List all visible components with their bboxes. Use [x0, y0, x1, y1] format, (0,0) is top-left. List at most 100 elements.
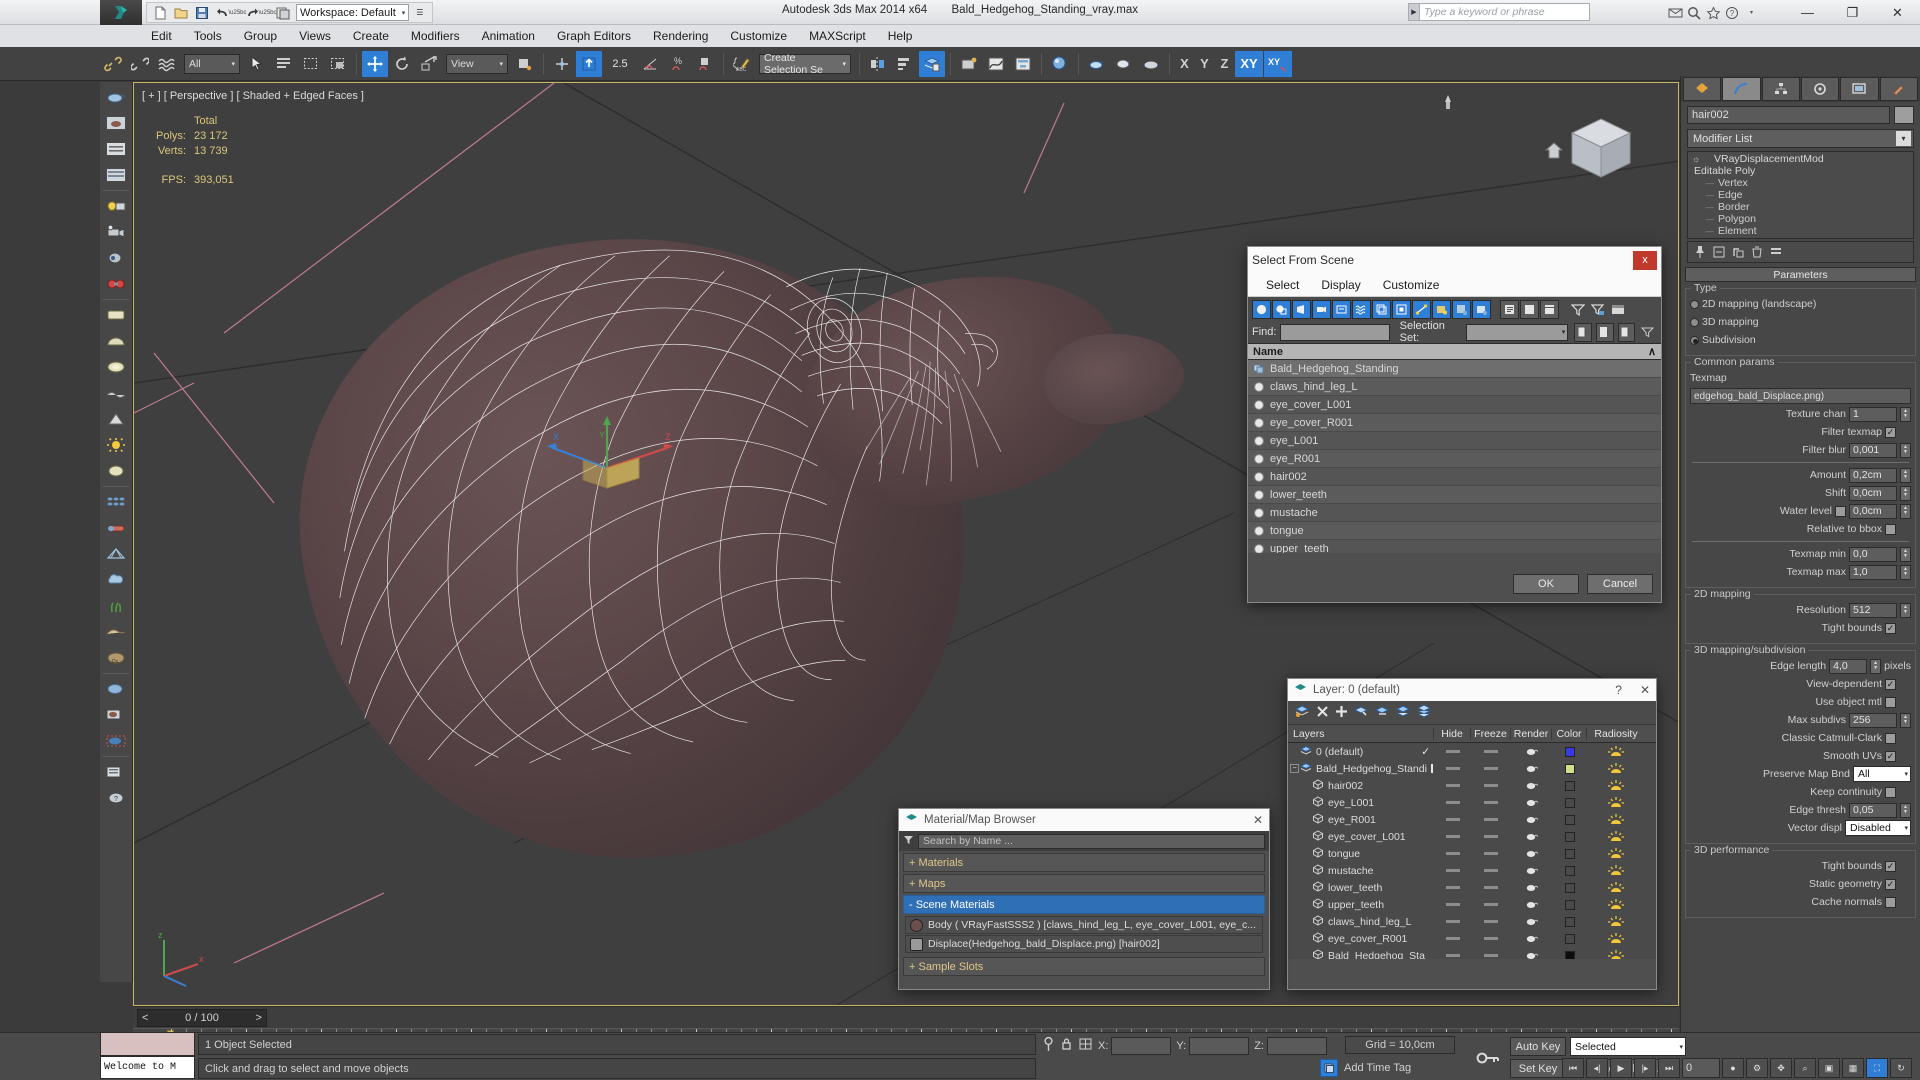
radiosity-cell[interactable]	[1587, 796, 1645, 809]
list-item[interactable]: claws_hind_leg_L	[1248, 378, 1661, 396]
hide-cell[interactable]	[1434, 767, 1471, 770]
time-slider[interactable]: < 0 / 100 >	[137, 1008, 267, 1027]
layer-row[interactable]: Bald_Hedgehog_Sta	[1288, 947, 1656, 959]
create-selection-set-icon[interactable]	[1574, 322, 1592, 342]
maximize-viewport-icon[interactable]: ⛶	[1866, 1058, 1888, 1078]
menu-tools[interactable]: Tools	[183, 27, 233, 45]
edge-length-value[interactable]: 4,0	[1829, 658, 1868, 674]
layer-row[interactable]: hair002	[1288, 777, 1656, 794]
object-name-field[interactable]: hair002	[1687, 106, 1890, 124]
layer-row[interactable]: claws_hind_leg_L	[1288, 913, 1656, 930]
layer-color-swatch[interactable]	[1564, 780, 1575, 791]
section-maps[interactable]: + Maps	[903, 874, 1265, 893]
color-cell[interactable]	[1552, 780, 1587, 791]
spinner-icon[interactable]: ▲ ▼	[1900, 442, 1911, 458]
layer-color-swatch[interactable]	[1564, 831, 1575, 842]
layer-color-swatch[interactable]	[1564, 814, 1575, 825]
teapot-icon[interactable]	[102, 84, 131, 110]
layer-color-swatch[interactable]	[1564, 848, 1575, 859]
next-frame-icon[interactable]: |▸	[1634, 1058, 1656, 1078]
menu-edit[interactable]: Edit	[140, 27, 183, 45]
orbit-icon[interactable]: ↻	[1890, 1058, 1912, 1078]
render-cell[interactable]	[1511, 916, 1552, 927]
collapse-all-icon[interactable]	[1520, 299, 1539, 319]
layout-icon[interactable]	[1608, 300, 1627, 319]
menu-rendering[interactable]: Rendering	[642, 27, 719, 45]
delete-selection-set-icon[interactable]	[1617, 322, 1636, 342]
edit-named-selection-sets-icon[interactable]: ABC	[729, 51, 755, 77]
pan-view-icon[interactable]: ✥	[1770, 1058, 1792, 1078]
render-settings-icon[interactable]	[102, 136, 131, 162]
vray-material-icon[interactable]	[102, 676, 131, 702]
menu-modifiers[interactable]: Modifiers	[400, 27, 471, 45]
render-setup-icon[interactable]	[1084, 51, 1110, 77]
render-cell[interactable]	[1511, 848, 1552, 859]
menu-create[interactable]: Create	[342, 27, 400, 45]
delete-layer-icon[interactable]	[1316, 705, 1329, 721]
stereo-camera-icon[interactable]	[102, 271, 131, 297]
capsule-primitive-icon[interactable]	[102, 515, 131, 541]
filter-texmap-checkbox[interactable]: ✓	[1885, 426, 1896, 438]
add-selection-to-layer-icon[interactable]	[1335, 705, 1348, 721]
fur-icon[interactable]: HF	[102, 619, 131, 645]
sub-object-level[interactable]: Vertex	[1688, 177, 1913, 189]
go-to-start-icon[interactable]: ⏮	[1562, 1058, 1584, 1078]
layer-row[interactable]: eye_L001	[1288, 794, 1656, 811]
layer-color-swatch[interactable]	[1564, 916, 1575, 927]
filter-icon[interactable]	[903, 834, 914, 848]
display-lights-icon[interactable]	[1292, 299, 1311, 319]
color-cell[interactable]	[1552, 950, 1587, 959]
menu-animation[interactable]: Animation	[471, 27, 546, 45]
texmap-max-value[interactable]: 1,0	[1849, 564, 1897, 580]
display-xrefs-icon[interactable]	[1392, 299, 1411, 319]
minimize-button[interactable]: —	[1785, 0, 1830, 25]
list-item[interactable]: eye_R001	[1248, 450, 1661, 468]
freeze-cell[interactable]	[1471, 801, 1511, 804]
isolate-selection-icon[interactable]	[1042, 1036, 1055, 1055]
expand-all-icon[interactable]	[1500, 299, 1519, 319]
hide-cell[interactable]	[1434, 954, 1471, 957]
water-level-value[interactable]: 0,0cm	[1849, 503, 1897, 519]
axis-constraint-z[interactable]: Z	[1215, 51, 1234, 77]
freeze-cell[interactable]	[1471, 869, 1511, 872]
display-tab[interactable]	[1840, 77, 1879, 101]
select-by-name-icon[interactable]	[271, 51, 297, 77]
list-item[interactable]: Bald_Hedgehog_Standing	[1248, 360, 1661, 378]
hide-cell[interactable]	[1434, 869, 1471, 872]
selection-filter-combo[interactable]: All ▾	[184, 53, 240, 74]
color-cell[interactable]	[1552, 746, 1587, 757]
close-icon[interactable]: ✕	[1253, 813, 1263, 827]
menu-select[interactable]: Select	[1258, 276, 1307, 294]
column-freeze[interactable]: Freeze	[1471, 727, 1511, 740]
key-mode-combo[interactable]: Selected ▾	[1570, 1037, 1686, 1056]
undo-dropdown-icon[interactable]: \u25bc	[229, 3, 247, 22]
key-mode-toggle-icon[interactable]	[1472, 1042, 1504, 1074]
list-item[interactable]: lower_teeth	[1248, 486, 1661, 504]
color-cell[interactable]	[1552, 763, 1587, 774]
layer-row[interactable]: eye_cover_R001	[1288, 930, 1656, 947]
radiosity-cell[interactable]	[1587, 830, 1645, 843]
schematic-view-icon[interactable]	[1010, 51, 1036, 77]
light-lister-icon[interactable]	[102, 193, 131, 219]
material-item[interactable]: Body ( VRayFastSSS2 ) [claws_hind_leg_L,…	[905, 916, 1263, 934]
layer-row[interactable]: eye_R001	[1288, 811, 1656, 828]
help-icon[interactable]: ?	[1724, 4, 1741, 21]
headlight-icon[interactable]	[102, 245, 131, 271]
view-cube[interactable]	[1544, 111, 1640, 189]
material-item[interactable]: Displace(Hedgehog_bald_Displace.png) [ha…	[905, 935, 1263, 953]
freeze-cell[interactable]	[1471, 835, 1511, 838]
reference-coordinate-combo[interactable]: View ▾	[446, 53, 508, 74]
y-input[interactable]	[1189, 1036, 1250, 1055]
hierarchy-tab[interactable]	[1761, 77, 1800, 101]
tight-bounds-checkbox[interactable]: ✓	[1885, 622, 1896, 634]
object-color-swatch[interactable]	[1894, 106, 1914, 124]
open-file-icon[interactable]	[170, 3, 191, 22]
parameters-rollout[interactable]: Parameters	[1685, 267, 1916, 282]
material-editor-icon[interactable]	[1047, 51, 1073, 77]
sun-icon[interactable]	[102, 432, 131, 458]
radiosity-cell[interactable]	[1587, 745, 1645, 758]
axis-constraint-x[interactable]: X	[1175, 51, 1194, 77]
material-map-browser[interactable]: Material/Map Browser ✕ Search by Name ..…	[898, 808, 1270, 990]
texmap-min-value[interactable]: 0,0	[1849, 546, 1897, 562]
select-set-objects-icon[interactable]	[1595, 322, 1614, 342]
